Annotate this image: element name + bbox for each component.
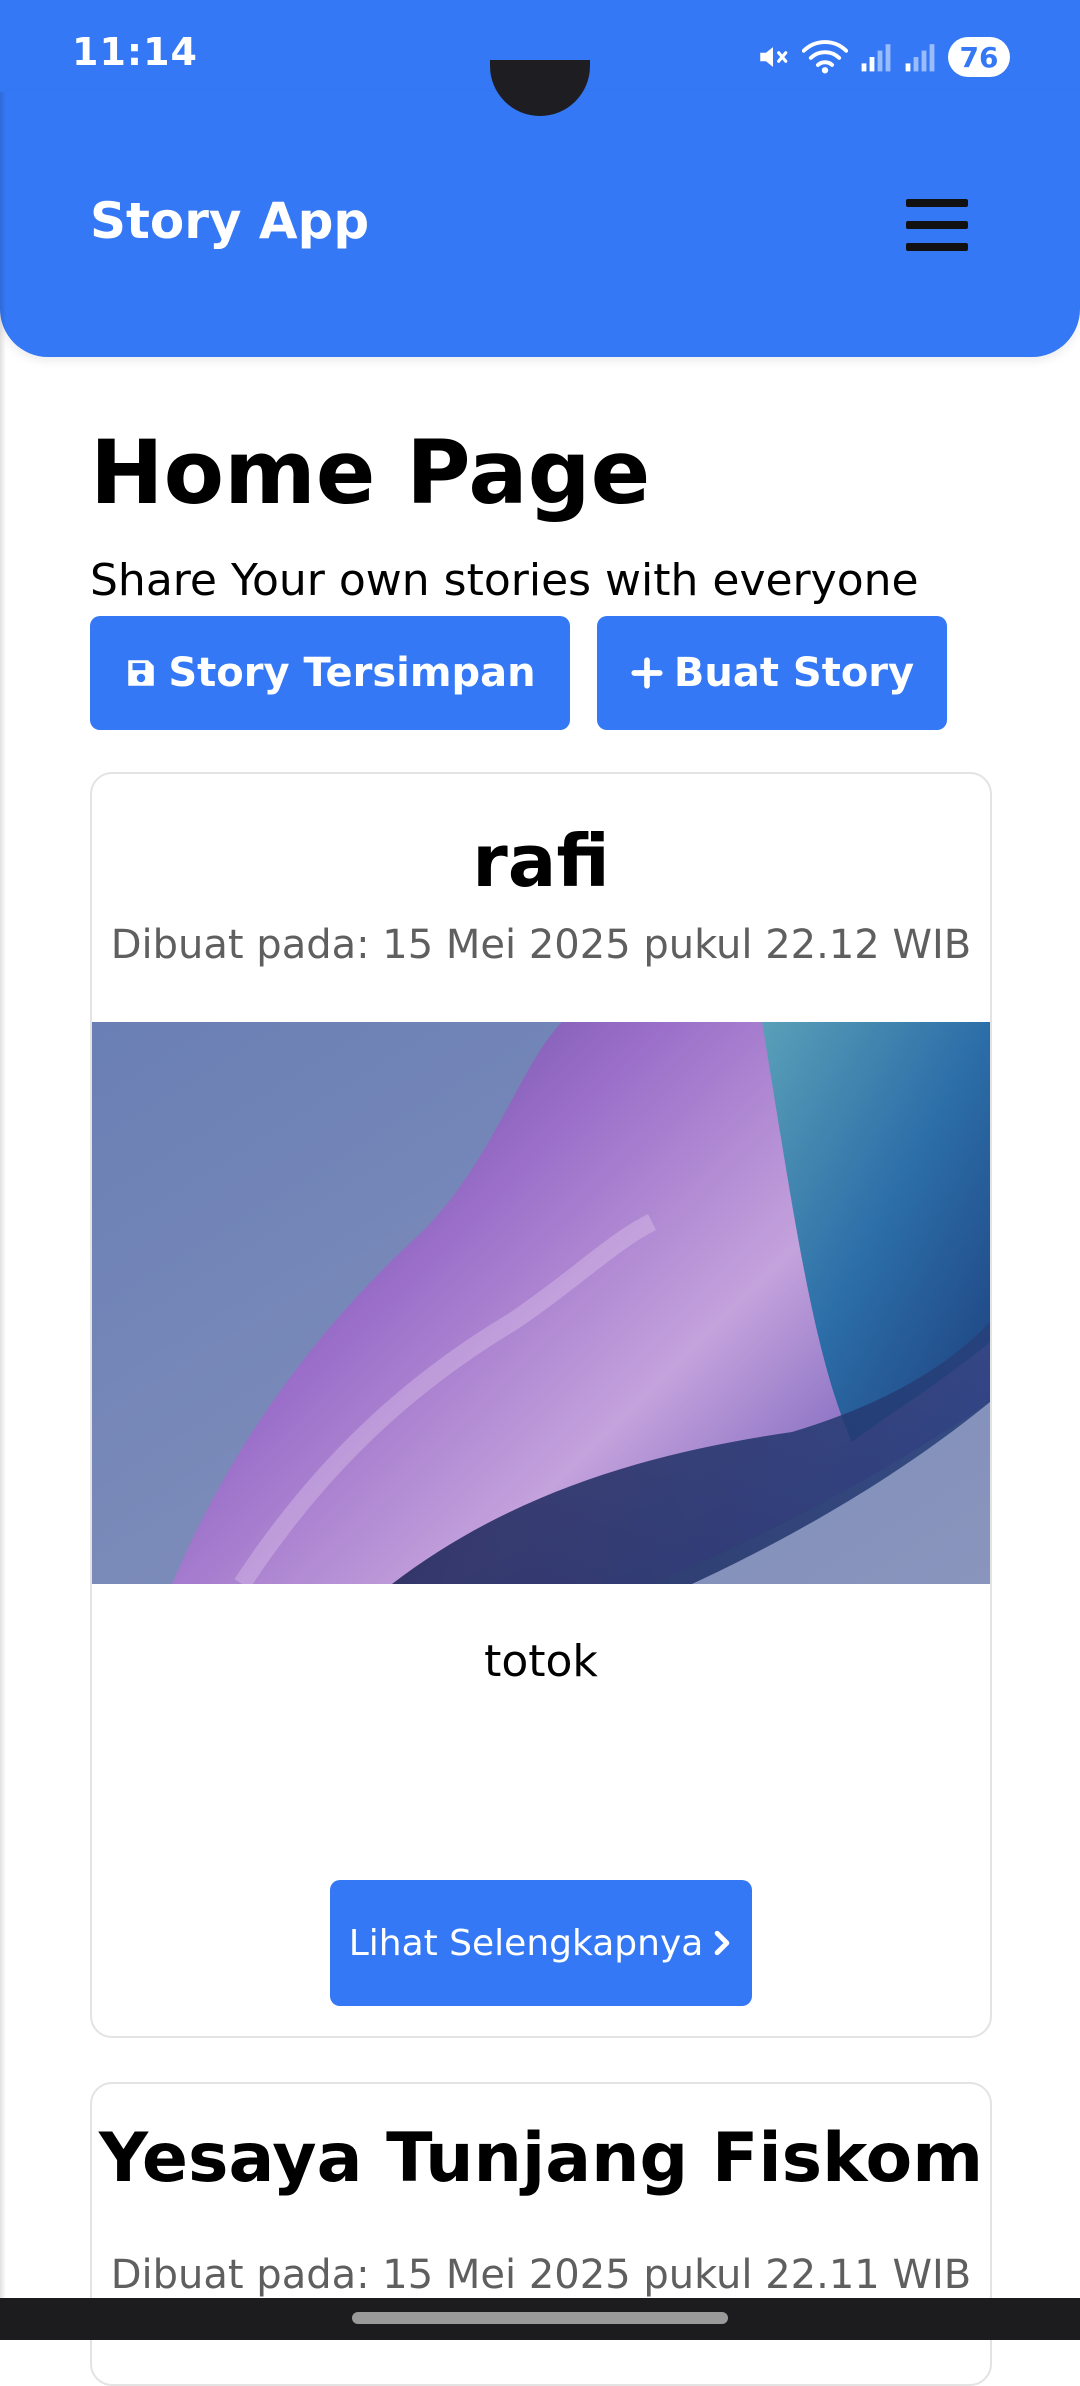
create-story-button[interactable]: Buat Story xyxy=(597,616,947,730)
status-time: 11:14 xyxy=(72,30,198,74)
page-title: Home Page xyxy=(90,421,651,524)
story-description: totok xyxy=(484,1636,598,1687)
gesture-handle[interactable] xyxy=(352,2312,728,2324)
hamburger-menu-icon[interactable] xyxy=(906,199,968,251)
view-more-label: Lihat Selengkapnya xyxy=(348,1922,704,1964)
wifi-icon xyxy=(802,40,848,74)
menu-line xyxy=(906,221,968,229)
app-bar: Story App xyxy=(0,92,1080,357)
navigation-bar xyxy=(0,2298,1080,2340)
menu-line xyxy=(906,199,968,207)
story-image xyxy=(92,1022,990,1584)
story-author: Yesaya Tunjang Fiskom xyxy=(98,2119,984,2198)
create-story-label: Buat Story xyxy=(673,650,915,696)
story-card: rafi Dibuat pada: 15 Mei 2025 pukul 22.1… xyxy=(90,772,992,2038)
story-date: Dibuat pada: 15 Mei 2025 pukul 22.12 WIB xyxy=(110,922,972,968)
page-subtitle: Share Your own stories with everyone xyxy=(90,555,919,606)
saved-stories-label: Story Tersimpan xyxy=(168,650,536,696)
view-more-button[interactable]: Lihat Selengkapnya xyxy=(330,1880,752,2006)
signal-icon xyxy=(861,44,891,72)
drawer-edge-shadow xyxy=(0,92,6,2302)
mute-icon xyxy=(760,47,788,67)
status-icons: 76 xyxy=(756,32,1010,82)
save-icon xyxy=(128,660,155,686)
story-card: Yesaya Tunjang Fiskom Dibuat pada: 15 Me… xyxy=(90,2082,992,2386)
story-author: rafi xyxy=(472,819,610,903)
saved-stories-button[interactable]: Story Tersimpan xyxy=(90,616,570,730)
menu-line xyxy=(906,243,968,251)
chevron-right-icon xyxy=(715,1930,730,1956)
app-title[interactable]: Story App xyxy=(90,192,369,250)
plus-icon xyxy=(631,657,663,689)
story-date: Dibuat pada: 15 Mei 2025 pukul 22.11 WIB xyxy=(110,2252,972,2298)
signal-icon xyxy=(905,44,935,72)
battery-indicator: 76 xyxy=(948,37,1010,77)
